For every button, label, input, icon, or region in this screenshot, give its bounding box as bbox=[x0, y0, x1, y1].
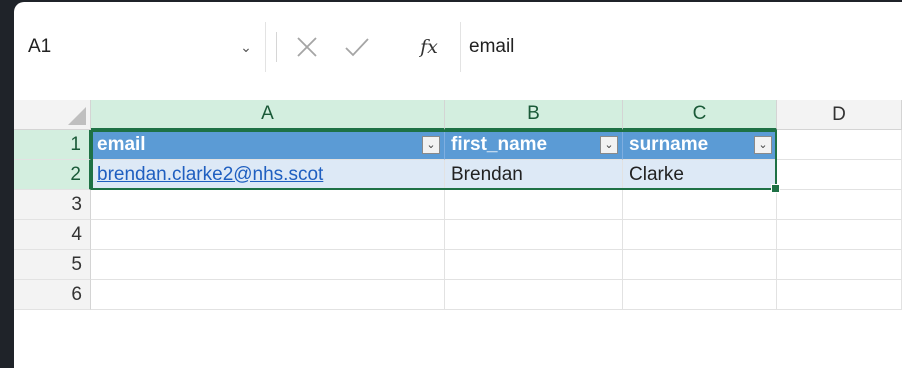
formula-bar: A1 ⌄ fx email bbox=[14, 22, 902, 72]
row-header-4[interactable]: 4 bbox=[14, 220, 91, 250]
table-header-first-name[interactable]: first_name ⌄ bbox=[445, 130, 623, 160]
cell-b2[interactable]: Brendan bbox=[445, 160, 623, 190]
cell-d5[interactable] bbox=[777, 250, 902, 280]
cell-b3[interactable] bbox=[445, 190, 623, 220]
table-header-surname[interactable]: surname ⌄ bbox=[623, 130, 777, 160]
cell-a4[interactable] bbox=[91, 220, 445, 250]
cell-c6[interactable] bbox=[623, 280, 777, 310]
table-header-label: email bbox=[97, 133, 146, 155]
cell-d1[interactable] bbox=[777, 130, 902, 160]
filter-dropdown-icon[interactable]: ⌄ bbox=[600, 135, 618, 154]
cell-b6[interactable] bbox=[445, 280, 623, 310]
cell-c3[interactable] bbox=[623, 190, 777, 220]
cell-c4[interactable] bbox=[623, 220, 777, 250]
cell-d6[interactable] bbox=[777, 280, 902, 310]
insert-function-icon[interactable]: fx bbox=[412, 30, 446, 64]
close-icon[interactable] bbox=[290, 30, 324, 64]
sheet-grid: A B C D 1 2 3 4 5 6 email ⌄ first_name ⌄… bbox=[14, 100, 902, 368]
filter-dropdown-icon[interactable]: ⌄ bbox=[422, 135, 440, 154]
row-header-2[interactable]: 2 bbox=[14, 160, 91, 190]
formula-input[interactable]: email bbox=[460, 22, 902, 72]
column-header-a[interactable]: A bbox=[91, 100, 445, 130]
fill-handle[interactable] bbox=[771, 184, 780, 193]
cell-c2[interactable]: Clarke bbox=[623, 160, 777, 190]
title-strip bbox=[14, 0, 902, 12]
table-header-label: first_name bbox=[451, 133, 548, 155]
column-header-d[interactable]: D bbox=[777, 100, 902, 130]
row-header-6[interactable]: 6 bbox=[14, 280, 91, 310]
cell-a3[interactable] bbox=[91, 190, 445, 220]
cell-c5[interactable] bbox=[623, 250, 777, 280]
spreadsheet-window: A1 ⌄ fx email A B C D 1 2 3 4 5 6 email … bbox=[14, 0, 902, 368]
cell-d2[interactable] bbox=[777, 160, 902, 190]
cell-d3[interactable] bbox=[777, 190, 902, 220]
select-all-triangle-icon bbox=[68, 107, 86, 125]
column-header-c[interactable]: C bbox=[623, 100, 777, 130]
cell-d4[interactable] bbox=[777, 220, 902, 250]
check-icon[interactable] bbox=[340, 30, 374, 64]
cell-a2-email-link[interactable]: brendan.clarke2@nhs.scot bbox=[91, 160, 445, 190]
formula-bar-divider bbox=[276, 32, 277, 62]
cell-b4[interactable] bbox=[445, 220, 623, 250]
column-header-b[interactable]: B bbox=[445, 100, 623, 130]
cell-a5[interactable] bbox=[91, 250, 445, 280]
table-header-label: surname bbox=[629, 133, 709, 155]
cell-a6[interactable] bbox=[91, 280, 445, 310]
name-box-value[interactable]: A1 bbox=[28, 36, 237, 58]
filter-dropdown-icon[interactable]: ⌄ bbox=[754, 135, 772, 154]
title-strip-edge bbox=[14, 2, 902, 12]
table-header-email[interactable]: email ⌄ bbox=[91, 130, 445, 160]
row-header-3[interactable]: 3 bbox=[14, 190, 91, 220]
row-header-5[interactable]: 5 bbox=[14, 250, 91, 280]
chevron-down-icon[interactable]: ⌄ bbox=[237, 39, 255, 56]
select-all-corner[interactable] bbox=[14, 100, 91, 130]
row-header-1[interactable]: 1 bbox=[14, 130, 91, 160]
name-box[interactable]: A1 ⌄ bbox=[14, 22, 266, 72]
cell-b5[interactable] bbox=[445, 250, 623, 280]
